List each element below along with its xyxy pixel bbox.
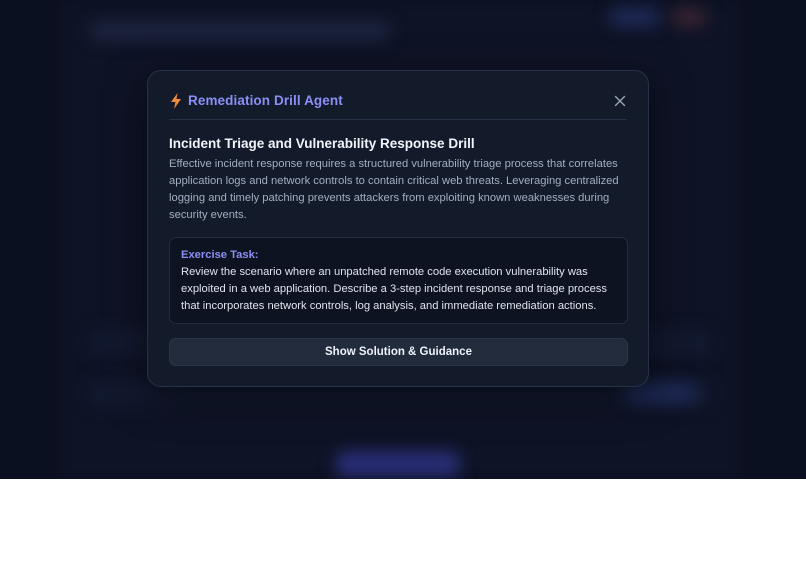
remediation-drill-modal: Remediation Drill Agent Incident Triage … (147, 70, 649, 387)
drill-title: Incident Triage and Vulnerability Respon… (169, 136, 475, 151)
show-solution-button[interactable]: Show Solution & Guidance (169, 338, 628, 366)
close-icon[interactable] (613, 94, 627, 108)
exercise-task-label: Exercise Task: (181, 249, 259, 261)
modal-header: Remediation Drill Agent (169, 91, 627, 120)
bolt-icon (171, 92, 181, 109)
background-pill-placeholder (610, 8, 660, 26)
background-header-placeholder (90, 22, 390, 40)
exercise-task-box: Exercise Task: Review the scenario where… (169, 237, 628, 324)
background-pill-placeholder (672, 8, 706, 26)
modal-title: Remediation Drill Agent (188, 93, 343, 108)
exercise-task-text: Review the scenario where an unpatched r… (181, 266, 607, 312)
background-button-placeholder (336, 452, 460, 476)
drill-description: Effective incident response requires a s… (169, 158, 619, 221)
